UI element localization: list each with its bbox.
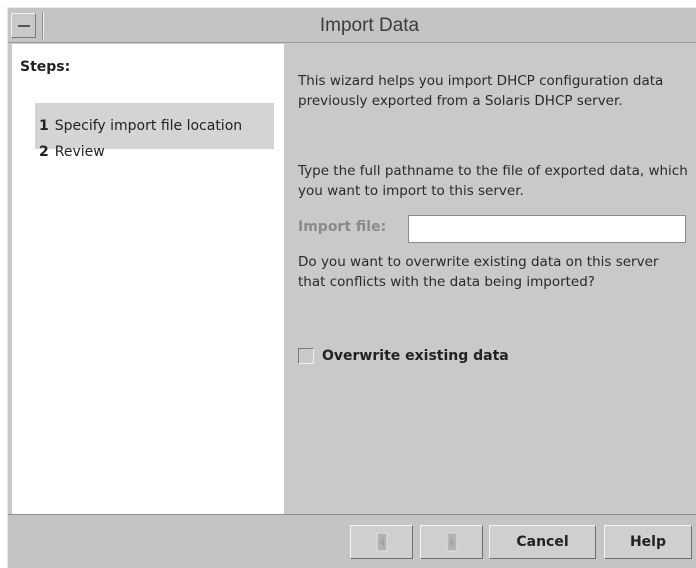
import-data-dialog: Import Data Steps: 1 Specify import file … — [7, 7, 696, 568]
back-arrow-icon — [376, 532, 387, 552]
instructions-text: Type the full pathname to the file of ex… — [298, 163, 688, 199]
cancel-button[interactable]: Cancel — [489, 525, 596, 559]
window-menu-button[interactable] — [11, 13, 36, 38]
steps-header: Steps: — [20, 59, 71, 75]
title-bar: Import Data — [8, 8, 696, 43]
button-bar: Cancel Help — [8, 515, 696, 568]
step-number: 2 — [39, 144, 49, 160]
window-title: Import Data — [319, 15, 420, 36]
overwrite-checkbox[interactable] — [298, 348, 314, 364]
step-label: Review — [54, 144, 105, 160]
step-item-review[interactable]: 2 Review — [35, 140, 274, 184]
step-label: Specify import file location — [54, 118, 243, 134]
back-button[interactable] — [350, 525, 413, 559]
next-button[interactable] — [420, 525, 483, 559]
steps-pane: Steps: 1 Specify import file location 2 Re… — [12, 44, 284, 514]
content-pane: This wizard helps you import DHCP config… — [284, 44, 696, 514]
step-number: 1 — [39, 118, 49, 134]
overwrite-question-text: Do you want to overwrite existing data o… — [298, 254, 659, 290]
intro-text: This wizard helps you import DHCP config… — [298, 73, 664, 109]
overwrite-checkbox-row[interactable]: Overwrite existing data — [298, 346, 509, 366]
import-file-input[interactable] — [408, 215, 686, 243]
import-file-label: Import file: — [298, 219, 387, 235]
overwrite-checkbox-label[interactable]: Overwrite existing data — [322, 348, 509, 364]
menu-dash-icon — [18, 25, 30, 27]
next-arrow-icon — [446, 532, 457, 552]
help-button[interactable]: Help — [604, 525, 692, 559]
